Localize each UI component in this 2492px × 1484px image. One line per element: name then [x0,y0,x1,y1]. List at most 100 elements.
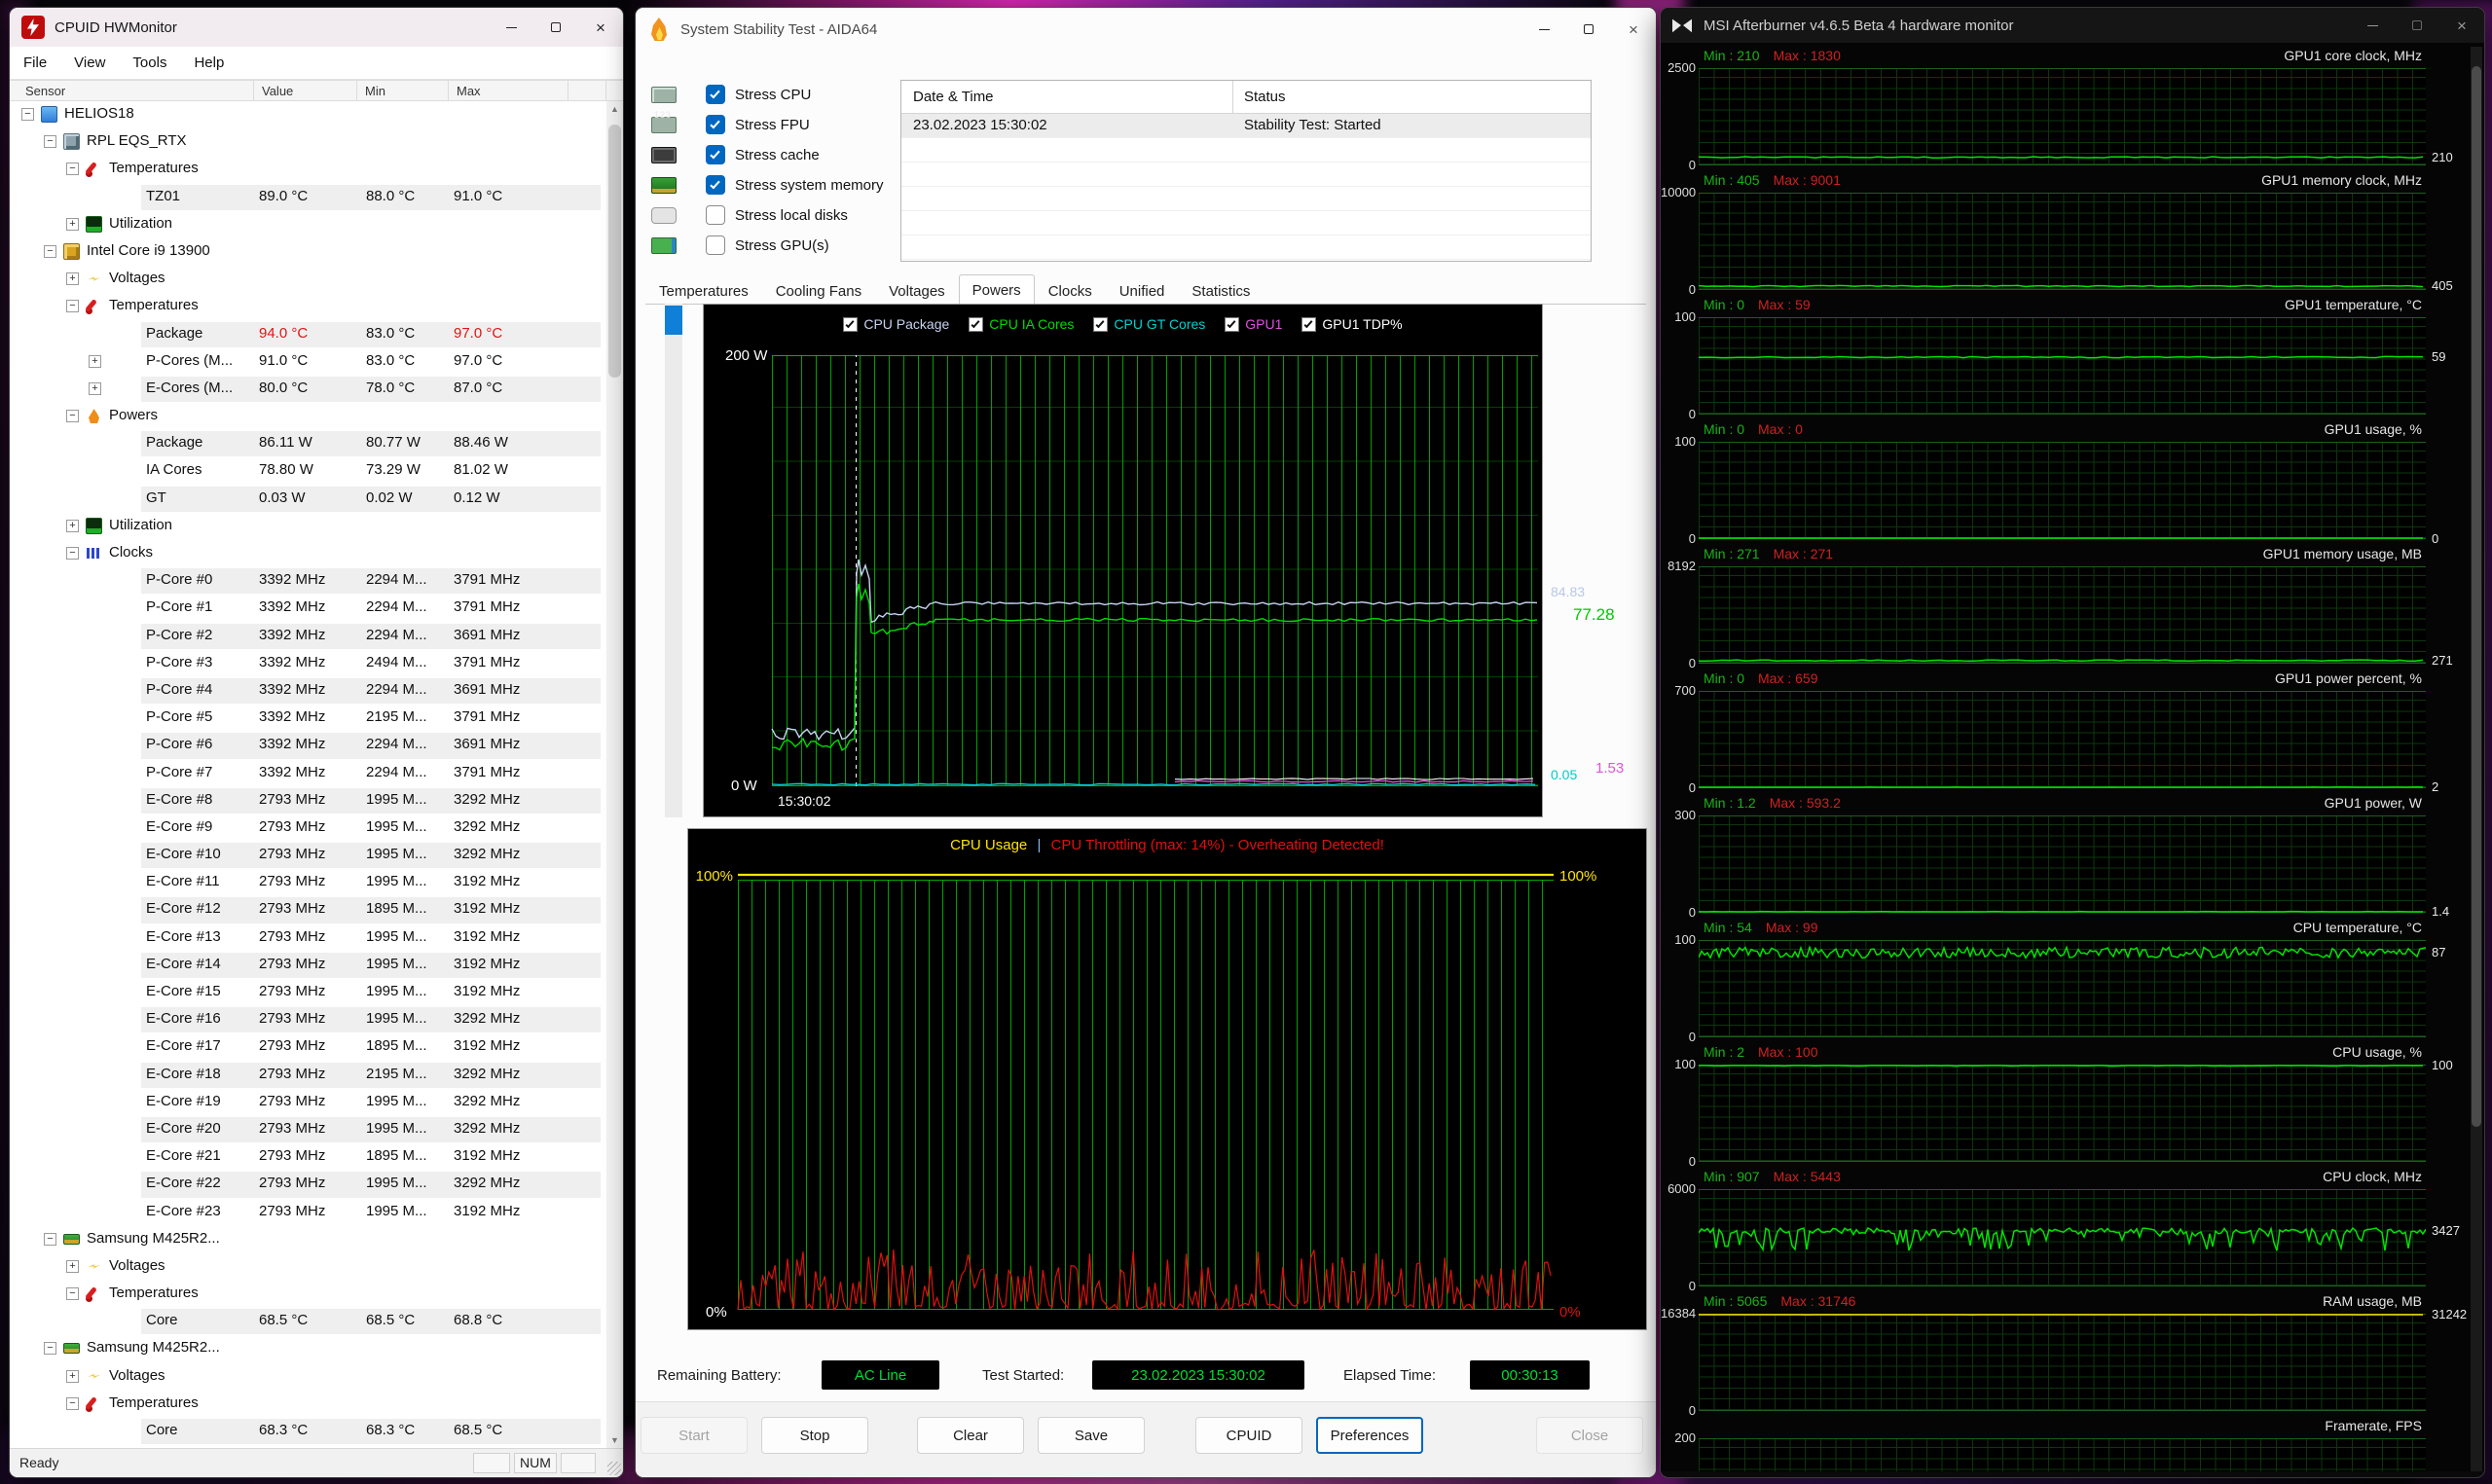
expand-toggle-icon[interactable]: + [66,217,79,231]
tree-row[interactable]: P-Core #1 3392 MHz 2294 M... 3791 MHz [10,595,606,622]
log-row[interactable]: 23.02.2023 15:30:02 Stability Test: Start… [901,114,1591,138]
log-row[interactable] [901,138,1591,163]
tree-row[interactable]: TZ01 89.0 °C 88.0 °C 91.0 °C [10,184,606,211]
stress-option-stress-local-disks[interactable]: Stress local disks [651,204,943,230]
stress-checkbox[interactable] [706,205,725,225]
tree-row[interactable]: Core 68.5 °C 68.5 °C 68.8 °C [10,1308,606,1335]
column-header[interactable]: Sensor Value Min Max [10,80,623,101]
tree-row[interactable]: E-Core #19 2793 MHz 1995 M... 3292 MHz [10,1089,606,1116]
log-row[interactable] [901,187,1591,211]
scroll-down-icon[interactable]: ▼ [606,1432,623,1448]
tab-statistics[interactable]: Statistics [1178,278,1264,305]
tree-row[interactable]: − Samsung M425R2... [10,1226,606,1253]
expand-toggle-icon[interactable]: + [66,272,79,286]
hwmonitor-titlebar[interactable]: CPUID HWMonitor × [10,8,623,47]
stress-checkbox[interactable] [706,175,725,195]
tree-row[interactable]: − Temperatures [10,293,606,320]
stress-option-stress-cache[interactable]: Stress cache [651,144,943,169]
tree-row[interactable]: E-Core #21 2793 MHz 1895 M... 3192 MHz [10,1143,606,1171]
stress-option-stress-system-memory[interactable]: Stress system memory [651,174,943,199]
expand-toggle-icon[interactable]: − [44,1232,56,1246]
tree-row[interactable]: E-Core #18 2793 MHz 2195 M... 3292 MHz [10,1062,606,1089]
tree-row[interactable]: + Utilization [10,513,606,540]
tree-row[interactable]: + Voltages [10,266,606,293]
tree-row[interactable]: − RPL EQS_RTX [10,128,606,156]
tree-row[interactable]: P-Core #4 3392 MHz 2294 M... 3691 MHz [10,677,606,705]
tree-row[interactable]: − Temperatures [10,1281,606,1308]
tree-row[interactable]: GT 0.03 W 0.02 W 0.12 W [10,486,606,513]
tree-row[interactable]: Package 94.0 °C 83.0 °C 97.0 °C [10,321,606,348]
tree-row[interactable]: Package 86.11 W 80.77 W 88.46 W [10,430,606,457]
log-row[interactable] [901,211,1591,235]
tree-row[interactable]: E-Core #13 2793 MHz 1995 M... 3192 MHz [10,924,606,952]
tree-row[interactable]: + P-Cores (M... 91.0 °C 83.0 °C 97.0 °C [10,348,606,376]
tree-row[interactable]: E-Core #17 2793 MHz 1895 M... 3192 MHz [10,1033,606,1061]
tree-row[interactable]: P-Core #5 3392 MHz 2195 M... 3791 MHz [10,705,606,732]
tree-row[interactable]: E-Core #10 2793 MHz 1995 M... 3292 MHz [10,842,606,869]
tree-row[interactable]: E-Core #20 2793 MHz 1995 M... 3292 MHz [10,1116,606,1143]
expand-toggle-icon[interactable]: − [66,547,79,560]
tree-row[interactable]: − Powers [10,403,606,430]
tree-row[interactable]: − Intel Core i9 13900 [10,238,606,266]
tree-row[interactable]: P-Core #0 3392 MHz 2294 M... 3791 MHz [10,567,606,595]
log-row[interactable] [901,235,1591,260]
expand-toggle-icon[interactable]: + [89,354,101,368]
expand-toggle-icon[interactable]: + [89,381,101,395]
column-max[interactable]: Max [449,81,568,100]
menu-view[interactable]: View [60,47,119,79]
tree-row[interactable]: − Clocks [10,540,606,567]
tab-unified[interactable]: Unified [1106,278,1179,305]
stop-button[interactable]: Stop [761,1417,868,1454]
scrollbar-thumb[interactable] [608,125,621,378]
tab-powers[interactable]: Powers [958,274,1035,305]
expand-toggle-icon[interactable]: − [44,244,56,258]
maximize-button[interactable] [2395,8,2439,43]
tree-scrollbar[interactable]: ▲ ▼ [606,101,623,1448]
stress-checkbox[interactable] [706,235,725,255]
expand-toggle-icon[interactable]: + [66,1259,79,1273]
tree-row[interactable]: E-Core #14 2793 MHz 1995 M... 3192 MHz [10,952,606,979]
tree-row[interactable]: − Temperatures [10,1391,606,1418]
afterburner-titlebar[interactable]: MSI Afterburner v4.6.5 Beta 4 hardware m… [1661,8,2484,43]
tree-row[interactable]: E-Core #22 2793 MHz 1995 M... 3292 MHz [10,1171,606,1198]
tree-row[interactable]: + Voltages [10,1363,606,1391]
column-value[interactable]: Value [254,81,357,100]
panel-scrollbar[interactable] [2471,47,2482,1471]
tree-row[interactable]: E-Core #15 2793 MHz 1995 M... 3192 MHz [10,979,606,1006]
expand-toggle-icon[interactable]: − [66,1396,79,1410]
tree-row[interactable]: E-Core #11 2793 MHz 1995 M... 3192 MHz [10,869,606,896]
tab-cooling-fans[interactable]: Cooling Fans [762,278,875,305]
tree-row[interactable]: E-Core #12 2793 MHz 1895 M... 3192 MHz [10,896,606,923]
tree-row[interactable]: P-Core #3 3392 MHz 2494 M... 3791 MHz [10,650,606,677]
column-sensor[interactable]: Sensor [10,81,254,100]
save-button[interactable]: Save [1038,1417,1145,1454]
menu-file[interactable]: File [10,47,60,79]
expand-toggle-icon[interactable]: + [66,1369,79,1383]
tree-row[interactable]: − HELIOS18 [10,101,606,128]
stress-option-stress-cpu[interactable]: Stress CPU [651,84,943,109]
minimize-button[interactable] [1521,8,1566,51]
minimize-button[interactable] [2350,8,2395,43]
tree-row[interactable]: IA Cores 78.80 W 73.29 W 81.02 W [10,457,606,485]
close-button[interactable]: × [1611,8,1656,51]
close-button[interactable]: × [578,8,623,47]
stress-option-stress-fpu[interactable]: 123 Stress FPU [651,110,943,139]
tree-row[interactable]: P-Core #7 3392 MHz 2294 M... 3791 MHz [10,760,606,787]
menu-help[interactable]: Help [180,47,238,79]
expand-toggle-icon[interactable]: − [66,300,79,313]
scrollbar-thumb[interactable] [665,306,682,335]
scrollbar-thumb[interactable] [2472,66,2481,1127]
log-row[interactable] [901,163,1591,187]
tree-row[interactable]: E-Core #9 2793 MHz 1995 M... 3292 MHz [10,814,606,842]
stress-checkbox[interactable] [706,145,725,164]
tree-row[interactable]: + Voltages [10,1253,606,1281]
minimize-button[interactable] [489,8,533,47]
tab-voltages[interactable]: Voltages [875,278,959,305]
tree-row[interactable]: E-Core #16 2793 MHz 1995 M... 3292 MHz [10,1006,606,1033]
expand-toggle-icon[interactable]: − [44,135,56,149]
tree-row[interactable]: P-Core #2 3392 MHz 2294 M... 3691 MHz [10,623,606,650]
tree-row[interactable]: P-Core #6 3392 MHz 2294 M... 3691 MHz [10,732,606,759]
stress-option-stress-gpu-s-[interactable]: Stress GPU(s) [651,235,943,260]
expand-toggle-icon[interactable]: − [66,163,79,176]
tree-row[interactable]: + Utilization [10,211,606,238]
